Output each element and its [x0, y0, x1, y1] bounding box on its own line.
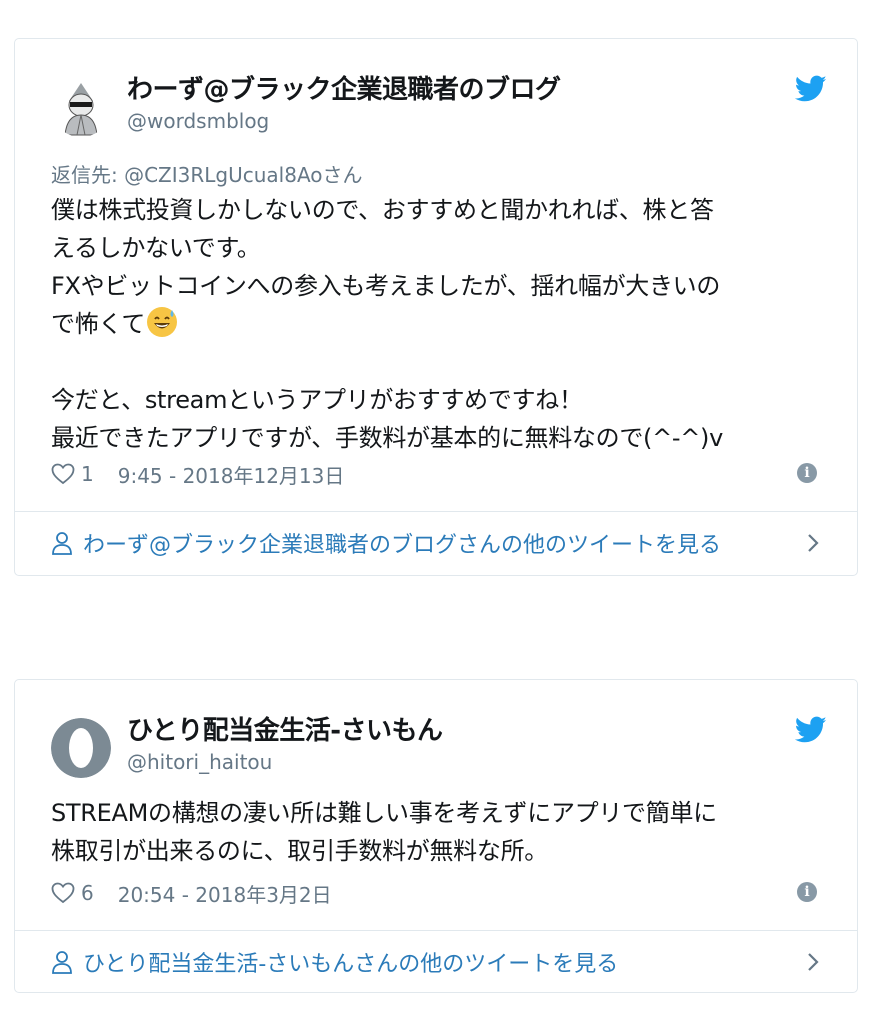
twitter-bird-icon[interactable] — [795, 716, 827, 744]
more-tweets-link[interactable]: ひとり配当金生活-さいもんさんの他のツイートを見る — [51, 942, 821, 982]
tweet-line: FXやビットコインへの参入も考えましたが、揺れ幅が大きいの — [51, 272, 721, 300]
tweet-header: ひとり配当金生活-さいもん @hitori_haitou — [51, 710, 827, 778]
chevron-right-icon[interactable] — [805, 531, 821, 555]
more-tweets-label[interactable]: わーず@ブラック企業退職者のブログさんの他のツイートを見る — [83, 527, 721, 559]
tweet-line: 最近できたアプリですが、手数料が基本的に無料なので(^-^)v — [51, 424, 724, 452]
sweat-smile-emoji — [147, 307, 178, 337]
more-tweets-link[interactable]: わーず@ブラック企業退職者のブログさんの他のツイートを見る — [51, 523, 821, 563]
divider — [15, 511, 857, 512]
chevron-right-icon[interactable] — [805, 950, 821, 974]
heart-icon[interactable] — [51, 882, 75, 904]
like-count: 6 — [81, 881, 94, 905]
tweet-line: 僕は株式投資しかしないので、おすすめと聞かれれば、株と答 — [51, 196, 714, 224]
info-icon[interactable]: i — [797, 882, 817, 902]
info-icon[interactable]: i — [797, 463, 817, 483]
author-name[interactable]: ひとり配当金生活-さいもん — [127, 710, 443, 747]
tweet-line: STREAMの構想の凄い所は難しい事を考えずにアプリで簡単に — [51, 799, 717, 827]
timestamp[interactable]: 9:45 - 2018年12月13日 — [118, 460, 345, 489]
reply-to[interactable]: 返信先: @CZI3RLgUcual8Aoさん — [51, 159, 363, 188]
author-name[interactable]: わーず@ブラック企業退職者のブログ — [127, 69, 561, 106]
like-count: 1 — [81, 462, 94, 486]
person-icon — [52, 532, 72, 555]
avatar[interactable] — [51, 77, 111, 137]
author-handle[interactable]: @wordsmblog — [127, 109, 269, 133]
tweet-meta: 1 9:45 - 2018年12月13日 i — [51, 459, 817, 489]
author-handle[interactable]: @hitori_haitou — [127, 750, 272, 774]
tweet-card: ひとり配当金生活-さいもん @hitori_haitou STREAMの構想の凄… — [14, 679, 858, 993]
twitter-bird-icon[interactable] — [795, 75, 827, 103]
more-tweets-label[interactable]: ひとり配当金生活-さいもんさんの他のツイートを見る — [83, 946, 618, 978]
person-icon — [52, 951, 72, 974]
tweet-line: 今だと、streamというアプリがおすすめですね！ — [51, 386, 583, 414]
tweet-line: 株取引が出来るのに、取引手数料が無料な所。 — [51, 837, 548, 865]
tweet-line: で怖くて — [51, 310, 146, 338]
heart-icon[interactable] — [51, 463, 75, 485]
tweet-header: わーず@ブラック企業退職者のブログ @wordsmblog — [51, 69, 827, 137]
tweet-card: わーず@ブラック企業退職者のブログ @wordsmblog 返信先: @CZI3… — [14, 38, 858, 576]
tweet-meta: 6 20:54 - 2018年3月2日 i — [51, 878, 817, 908]
tweet-line: えるしかないです。 — [51, 234, 261, 262]
tweet-text: 僕は株式投資しかしないので、おすすめと聞かれれば、株と答 えるしかないです。 F… — [51, 191, 817, 457]
tweet-text: STREAMの構想の凄い所は難しい事を考えずにアプリで簡単に 株取引が出来るのに… — [51, 794, 817, 870]
divider — [15, 930, 857, 931]
timestamp[interactable]: 20:54 - 2018年3月2日 — [118, 879, 332, 908]
avatar[interactable] — [51, 718, 111, 778]
